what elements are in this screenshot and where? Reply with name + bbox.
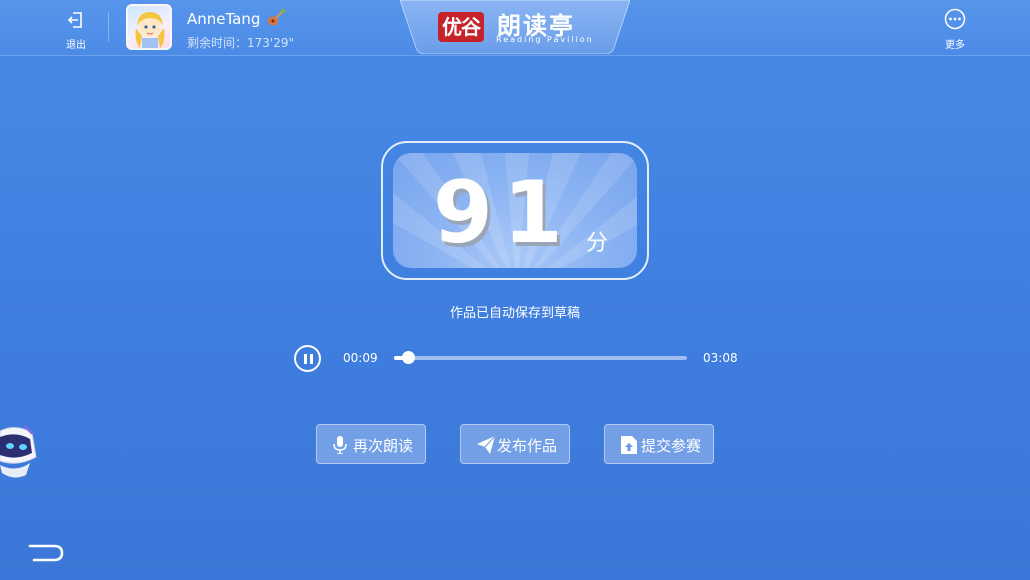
- publish-label: 发布作品: [497, 437, 558, 455]
- username: AnneTang: [187, 10, 261, 28]
- more-button[interactable]: 更多: [936, 8, 974, 52]
- logo: 优谷 朗读亭 Reading Pavilion: [400, 0, 630, 54]
- upload-file-icon: [621, 436, 637, 454]
- exit-label: 退出: [66, 40, 86, 51]
- robot-assistant-icon[interactable]: [0, 423, 38, 481]
- submit-contest-label: 提交参赛: [641, 437, 702, 455]
- read-again-label: 再次朗读: [353, 437, 414, 455]
- score-unit: 分: [586, 231, 609, 256]
- exit-icon: [67, 12, 82, 28]
- logo-subtitle: Reading Pavilion: [496, 35, 594, 44]
- score-card: 91 分: [381, 141, 649, 280]
- read-again-button[interactable]: 再次朗读: [316, 424, 426, 464]
- more-icon: [944, 8, 966, 30]
- pause-button[interactable]: [294, 345, 321, 372]
- progress-thumb[interactable]: [402, 351, 416, 364]
- avatar-image: [135, 12, 165, 48]
- progress-slider[interactable]: [394, 351, 687, 364]
- current-time: 00:09: [343, 351, 378, 365]
- back-arrow-icon[interactable]: [28, 543, 66, 563]
- score-value: 91: [433, 163, 573, 263]
- top-bar: 退出 AnneTang 剩余时间：173'29" 优谷 朗读亭 Reading …: [0, 0, 1030, 56]
- paper-plane-icon: [477, 436, 495, 454]
- header-divider: [108, 12, 109, 42]
- remaining-time: 剩余时间：173'29": [187, 36, 294, 50]
- guitar-badge-icon: [268, 9, 286, 26]
- submit-contest-button[interactable]: 提交参赛: [604, 424, 714, 464]
- logo-brand: 优谷: [438, 12, 484, 42]
- saved-message: 作品已自动保存到草稿: [449, 306, 580, 321]
- more-label: 更多: [945, 40, 965, 51]
- exit-button[interactable]: 退出: [58, 10, 94, 51]
- microphone-icon: [333, 436, 347, 454]
- avatar[interactable]: [126, 4, 172, 50]
- score-panel: 91 分: [393, 153, 637, 268]
- pause-icon: [303, 354, 307, 364]
- total-time: 03:08: [703, 351, 738, 365]
- publish-button[interactable]: 发布作品: [460, 424, 570, 464]
